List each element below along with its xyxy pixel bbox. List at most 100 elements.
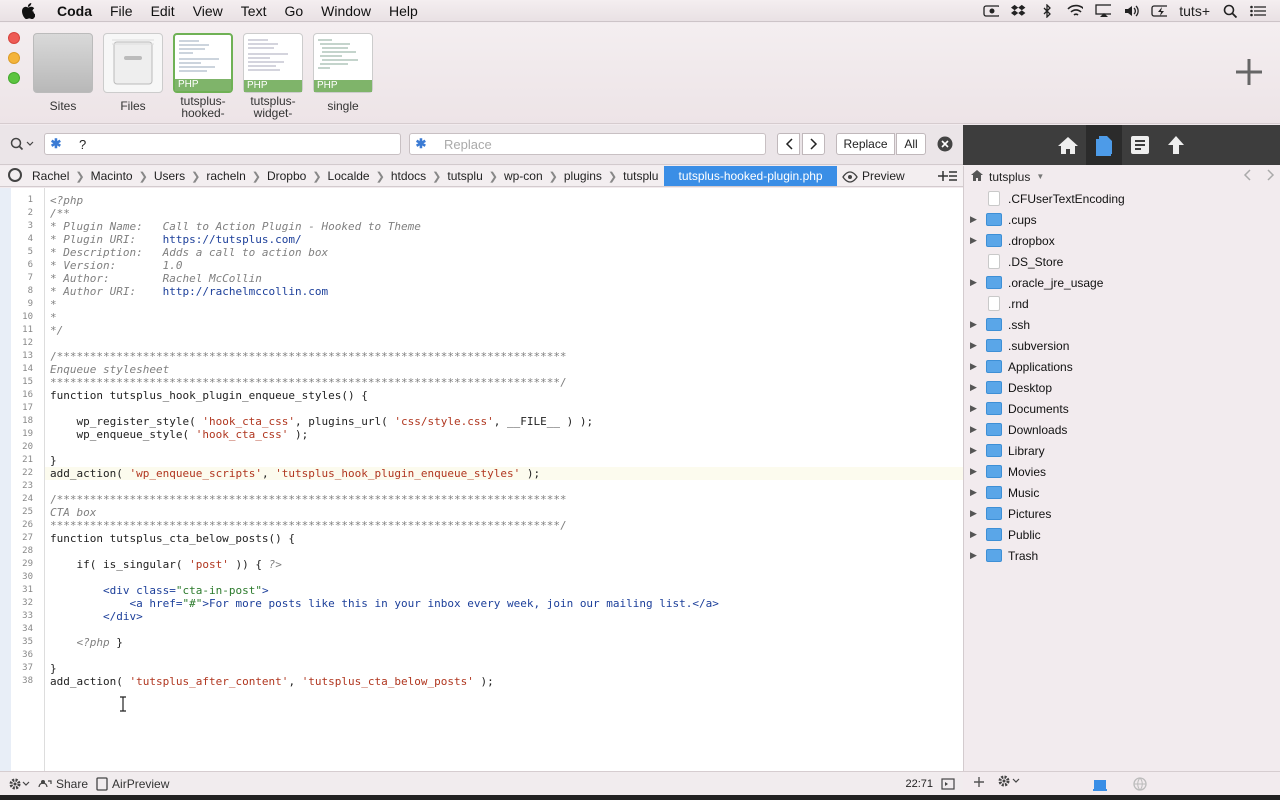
- battery-icon[interactable]: [1151, 4, 1168, 18]
- disclosure-triangle-icon[interactable]: ▶: [970, 403, 982, 414]
- breadcrumb-item[interactable]: Dropbo: [261, 169, 312, 183]
- file-list-item[interactable]: ▶ .oracle_jre_usage: [964, 272, 1280, 293]
- find-input[interactable]: ✱ ?: [44, 133, 401, 155]
- file-list-item[interactable]: ▶ Documents: [964, 398, 1280, 419]
- menu-edit[interactable]: Edit: [142, 0, 184, 22]
- breadcrumb-item[interactable]: tutsplu: [441, 169, 488, 183]
- dropbox-icon[interactable]: [1011, 4, 1027, 18]
- find-next-button[interactable]: [802, 133, 825, 155]
- wifi-icon[interactable]: [1067, 4, 1084, 18]
- local-view-icon[interactable]: [1093, 777, 1107, 796]
- tab-tutsplus-hooked[interactable]: PHP: [173, 33, 233, 93]
- apple-icon[interactable]: [20, 2, 36, 19]
- symbols-pane-icon[interactable]: [1122, 125, 1158, 165]
- add-file-icon[interactable]: [973, 775, 985, 793]
- breadcrumb-current-file[interactable]: tutsplus-hooked-plugin.php: [664, 166, 837, 186]
- disclosure-triangle-icon[interactable]: ▶: [970, 214, 982, 225]
- file-list-item[interactable]: .rnd: [964, 293, 1280, 314]
- file-list-item[interactable]: ▶ Desktop: [964, 377, 1280, 398]
- replace-all-button[interactable]: All: [896, 133, 926, 155]
- find-previous-button[interactable]: [777, 133, 800, 155]
- breadcrumb-item[interactable]: Localde: [322, 169, 376, 183]
- files-pane-icon[interactable]: [1085, 125, 1122, 165]
- airpreview-button[interactable]: AirPreview: [96, 777, 169, 791]
- menu-view[interactable]: View: [184, 0, 232, 22]
- menu-text[interactable]: Text: [232, 0, 276, 22]
- volume-icon[interactable]: [1123, 4, 1139, 18]
- replace-input[interactable]: ✱ Replace: [409, 133, 766, 155]
- disclosure-triangle-icon[interactable]: ▶: [970, 466, 982, 477]
- menu-go[interactable]: Go: [275, 0, 312, 22]
- file-list-item[interactable]: ▶ Public: [964, 524, 1280, 545]
- tab-files[interactable]: [103, 33, 163, 93]
- file-list-item[interactable]: ▶ Library: [964, 440, 1280, 461]
- notification-center-icon[interactable]: [1250, 4, 1266, 18]
- url-link[interactable]: http://rachelmccollin.com: [163, 285, 329, 298]
- regex-asterisk-icon[interactable]: ✱: [410, 136, 432, 152]
- menu-window[interactable]: Window: [312, 0, 380, 22]
- server-icon[interactable]: [8, 167, 22, 185]
- breadcrumb-item[interactable]: tutsplu: [617, 169, 664, 183]
- breadcrumb-item[interactable]: Rachel: [26, 169, 75, 183]
- disclosure-triangle-icon[interactable]: ▶: [970, 487, 982, 498]
- gear-icon[interactable]: [997, 774, 1021, 793]
- menu-app-coda[interactable]: Coda: [48, 0, 101, 22]
- file-list-item[interactable]: ▶ .ssh: [964, 314, 1280, 335]
- screen-record-icon[interactable]: [983, 4, 1000, 18]
- disclosure-triangle-icon[interactable]: ▶: [970, 508, 982, 519]
- close-find-icon[interactable]: [937, 136, 953, 157]
- spotlight-icon[interactable]: [1222, 4, 1238, 18]
- disclosure-triangle-icon[interactable]: ▶: [970, 529, 982, 540]
- breadcrumb-item[interactable]: Macinto: [85, 169, 139, 183]
- airplay-icon[interactable]: [1095, 4, 1112, 18]
- tab-sites[interactable]: [33, 33, 93, 93]
- disclosure-triangle-icon[interactable]: ▶: [970, 340, 982, 351]
- site-selector[interactable]: tutsplus ▼: [964, 166, 1280, 187]
- url-link[interactable]: https://tutsplus.com/: [163, 233, 302, 246]
- remote-view-icon[interactable]: [1133, 777, 1147, 796]
- regex-asterisk-icon[interactable]: ✱: [45, 136, 67, 152]
- minimize-window-button[interactable]: [8, 52, 20, 64]
- file-list-item[interactable]: .CFUserTextEncoding: [964, 188, 1280, 209]
- file-list-item[interactable]: ▶ .cups: [964, 209, 1280, 230]
- file-list-item[interactable]: ▶ Pictures: [964, 503, 1280, 524]
- gear-icon[interactable]: [8, 777, 30, 791]
- disclosure-triangle-icon[interactable]: ▶: [970, 550, 982, 561]
- disclosure-triangle-icon[interactable]: ▶: [970, 382, 982, 393]
- share-button[interactable]: Share: [38, 777, 88, 791]
- publish-icon[interactable]: [1158, 125, 1194, 165]
- bluetooth-icon[interactable]: [1039, 4, 1055, 18]
- disclosure-triangle-icon[interactable]: ▶: [970, 319, 982, 330]
- zoom-window-button[interactable]: [8, 72, 20, 84]
- file-list-item[interactable]: ▶ Applications: [964, 356, 1280, 377]
- disclosure-triangle-icon[interactable]: ▶: [970, 277, 982, 288]
- file-list-item[interactable]: ▶ Downloads: [964, 419, 1280, 440]
- disclosure-triangle-icon[interactable]: ▶: [970, 445, 982, 456]
- disclosure-triangle-icon[interactable]: ▶: [970, 235, 982, 246]
- file-list-item[interactable]: ▶ Trash: [964, 545, 1280, 566]
- file-list-item[interactable]: ▶ .dropbox: [964, 230, 1280, 251]
- preview-button[interactable]: Preview: [842, 166, 905, 186]
- breadcrumb-item[interactable]: racheln: [200, 169, 251, 183]
- forward-icon[interactable]: [1267, 169, 1275, 184]
- breadcrumb-item[interactable]: plugins: [558, 169, 608, 183]
- breadcrumb-item[interactable]: htdocs: [385, 169, 432, 183]
- file-list-item[interactable]: ▶ Music: [964, 482, 1280, 503]
- file-list-item[interactable]: ▶ .subversion: [964, 335, 1280, 356]
- menu-file[interactable]: File: [101, 0, 142, 22]
- tab-tutsplus-widget[interactable]: PHP: [243, 33, 303, 93]
- console-icon[interactable]: [941, 778, 955, 793]
- close-window-button[interactable]: [8, 32, 20, 44]
- tab-single[interactable]: PHP: [313, 33, 373, 93]
- disclosure-triangle-icon[interactable]: ▶: [970, 361, 982, 372]
- search-icon[interactable]: [10, 137, 34, 156]
- back-icon[interactable]: [1243, 169, 1251, 184]
- breadcrumb-item[interactable]: wp-con: [498, 169, 549, 183]
- menu-user[interactable]: tuts+: [1179, 3, 1210, 19]
- replace-button[interactable]: Replace: [836, 133, 895, 155]
- menu-help[interactable]: Help: [380, 0, 427, 22]
- add-split-icon[interactable]: [937, 170, 957, 185]
- breadcrumb-item[interactable]: Users: [148, 169, 191, 183]
- home-icon[interactable]: [1050, 125, 1086, 165]
- code-editor[interactable]: 1 2 3 4 5 6 7 8 9 10 11 12 13 14 15 16 17 18 19 20 21 22 23 24 2…: [0, 188, 963, 771]
